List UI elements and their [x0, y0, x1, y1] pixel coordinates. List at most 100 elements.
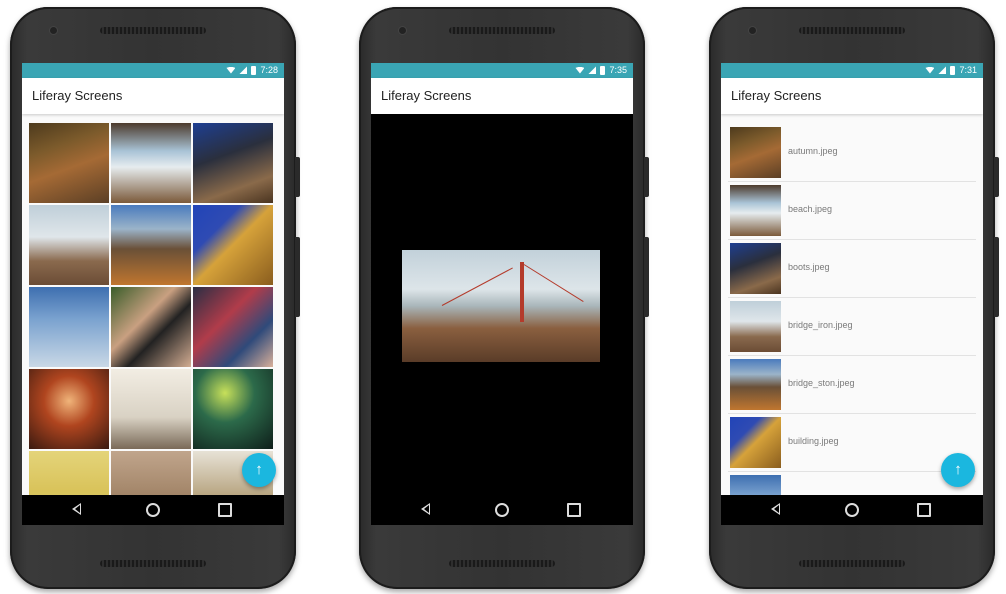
app-title: Liferay Screens: [381, 88, 472, 103]
image-grid: [29, 123, 277, 495]
file-name: boots.jpeg: [788, 262, 830, 272]
power-button: [295, 157, 300, 197]
nav-bar: [371, 495, 633, 525]
grid-image-pastry[interactable]: [111, 451, 191, 495]
status-bar: 7:28: [22, 63, 284, 78]
bottom-speaker: [100, 560, 206, 567]
earpiece-speaker: [100, 27, 206, 34]
bridge-cable: [523, 264, 584, 303]
home-icon[interactable]: [146, 503, 160, 517]
home-icon[interactable]: [845, 503, 859, 517]
nav-bar: [721, 495, 983, 525]
file-thumbnail: [730, 475, 781, 495]
file-thumbnail: [730, 417, 781, 468]
earpiece-speaker: [799, 27, 905, 34]
scroll-top-fab[interactable]: ↑: [941, 453, 975, 487]
nav-bar: [22, 495, 284, 525]
list-item[interactable]: bridge_iron.jpeg: [728, 298, 976, 356]
volume-button: [994, 237, 999, 317]
list-item[interactable]: [728, 472, 976, 495]
app-bar: Liferay Screens: [22, 78, 284, 114]
file-list: autumn.jpeg beach.jpeg boots.jpeg bridge_ir…: [728, 124, 976, 495]
list-item[interactable]: beach.jpeg: [728, 182, 976, 240]
earpiece-speaker: [449, 27, 555, 34]
bridge-tower: [520, 262, 524, 322]
list-item[interactable]: bridge_ston.jpeg: [728, 356, 976, 414]
grid-image-beach[interactable]: [111, 123, 191, 203]
file-thumbnail: [730, 185, 781, 236]
back-icon[interactable]: [421, 503, 430, 515]
signal-icon: [938, 66, 947, 74]
file-name: building.jpeg: [788, 436, 839, 446]
file-thumbnail: [730, 301, 781, 352]
front-camera: [50, 27, 57, 34]
file-thumbnail: [730, 127, 781, 178]
grid-image-building[interactable]: [193, 205, 273, 285]
file-name: bridge_ston.jpeg: [788, 378, 855, 388]
recent-apps-icon[interactable]: [218, 503, 232, 517]
grid-image-shirt[interactable]: [193, 287, 273, 367]
wifi-icon: [925, 66, 935, 74]
signal-icon: [588, 66, 597, 74]
list-item[interactable]: building.jpeg: [728, 414, 976, 472]
scroll-top-fab[interactable]: ↑: [242, 453, 276, 487]
grid-image-party[interactable]: [193, 369, 273, 449]
grid-image-bridge[interactable]: [29, 205, 109, 285]
app-title: Liferay Screens: [32, 88, 123, 103]
list-item[interactable]: boots.jpeg: [728, 240, 976, 298]
home-icon[interactable]: [495, 503, 509, 517]
image-viewer-content: [371, 114, 633, 495]
bridge-image[interactable]: [402, 250, 600, 362]
bridge-cable: [441, 267, 513, 306]
file-thumbnail: [730, 359, 781, 410]
battery-icon: [251, 65, 257, 75]
grid-image-fire[interactable]: [29, 369, 109, 449]
app-bar: Liferay Screens: [371, 78, 633, 114]
file-name: autumn.jpeg: [788, 146, 838, 156]
grid-image-room[interactable]: [111, 369, 191, 449]
status-time: 7:35: [609, 65, 627, 75]
app-title: Liferay Screens: [731, 88, 822, 103]
bottom-speaker: [799, 560, 905, 567]
grid-image-macaron[interactable]: [29, 451, 109, 495]
status-bar: 7:31: [721, 63, 983, 78]
grid-image-autumn[interactable]: [29, 123, 109, 203]
battery-icon: [950, 65, 956, 75]
back-icon[interactable]: [771, 503, 780, 515]
file-thumbnail: [730, 243, 781, 294]
phone-list: 7:31 Liferay Screens autumn.jpeg beach.jp…: [709, 7, 999, 589]
grid-image-tower[interactable]: [29, 287, 109, 367]
phone-viewer: 7:35 Liferay Screens: [359, 7, 649, 589]
recent-apps-icon[interactable]: [917, 503, 931, 517]
file-name: bridge_iron.jpeg: [788, 320, 853, 330]
bottom-speaker: [449, 560, 555, 567]
status-time: 7:28: [260, 65, 278, 75]
file-name: beach.jpeg: [788, 204, 833, 214]
recent-apps-icon[interactable]: [567, 503, 581, 517]
power-button: [994, 157, 999, 197]
grid-image-ston[interactable]: [111, 205, 191, 285]
wifi-icon: [226, 66, 236, 74]
power-button: [644, 157, 649, 197]
grid-image-boots[interactable]: [193, 123, 273, 203]
app-bar: Liferay Screens: [721, 78, 983, 114]
battery-icon: [600, 65, 606, 75]
list-item[interactable]: autumn.jpeg: [728, 124, 976, 182]
signal-icon: [239, 66, 248, 74]
image-viewer: [371, 114, 633, 495]
status-bar: 7:35: [371, 63, 633, 78]
front-camera: [399, 27, 406, 34]
screen: 7:35 Liferay Screens: [371, 63, 633, 525]
volume-button: [644, 237, 649, 317]
volume-button: [295, 237, 300, 317]
screen: 7:31 Liferay Screens autumn.jpeg beach.jp…: [721, 63, 983, 525]
front-camera: [749, 27, 756, 34]
image-grid-content[interactable]: [22, 114, 284, 495]
wifi-icon: [575, 66, 585, 74]
back-icon[interactable]: [72, 503, 81, 515]
file-list-content[interactable]: autumn.jpeg beach.jpeg boots.jpeg bridge_ir…: [721, 114, 983, 495]
phone-grid: 7:28 Liferay Screens ↑: [10, 7, 300, 589]
grid-image-camera[interactable]: [111, 287, 191, 367]
screen: 7:28 Liferay Screens ↑: [22, 63, 284, 525]
status-time: 7:31: [959, 65, 977, 75]
